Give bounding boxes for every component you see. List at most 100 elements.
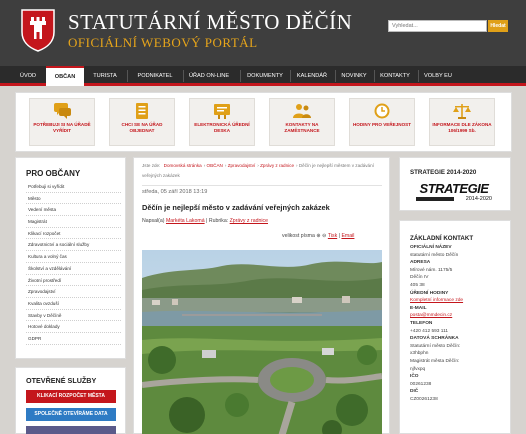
contact-heading: ÚŘEDNÍ HODINY xyxy=(410,290,449,296)
sidebar-item-zpravodajstvi[interactable]: Zpravodajství xyxy=(26,286,121,298)
divider xyxy=(142,185,382,186)
contact-link[interactable]: posta@mmdecin.cz xyxy=(410,312,505,320)
quick-link-label: CHCI SE NA ÚŘAD OBJEDNAT xyxy=(121,122,163,133)
sidebar-item-gdpr[interactable]: GDPR xyxy=(26,333,121,345)
contact-panel: ZÁKLADNÍ KONTAKT OFICIÁLNÍ NÁZEV statutár… xyxy=(399,220,511,434)
nav-item-obcan[interactable]: OBČAN xyxy=(46,66,84,86)
contact-heading: DATOVÁ SCHRÁNKA xyxy=(410,336,459,342)
site-header: STATUTÁRNÍ MĚSTO DĚČÍN OFICIÁLNÍ WEBOVÝ … xyxy=(0,0,526,66)
contact-value: 00261238 xyxy=(410,381,432,387)
nav-item-volby-eu[interactable]: VOLBY EU xyxy=(420,66,456,86)
sidebar-item-skolstvi[interactable]: Školství a vzdělávání xyxy=(26,263,121,275)
strategy-logo[interactable]: STRATEGIE 2014-2020 xyxy=(412,182,496,204)
sidebar-item-stavby[interactable]: Stavby v Děčíně xyxy=(26,310,121,322)
strategy-logo-text: STRATEGIE xyxy=(419,181,489,196)
sidebar-title: PRO OBČANY xyxy=(26,169,81,178)
services-title: OTEVŘENÉ SLUŽBY xyxy=(26,376,97,385)
quick-link-label: ELEKTRONICKÁ ÚŘEDNÍ DESKA xyxy=(194,122,250,133)
email-link[interactable]: Email xyxy=(341,233,354,239)
nav-separator xyxy=(183,70,184,82)
article-tools: velikost písma ⊕ ⊖ Tisk | Email xyxy=(282,233,354,239)
article-photo xyxy=(142,250,382,434)
quick-link-label: INFORMACE DLE ZÁKONA 106/1999 Sb. xyxy=(432,122,492,133)
quick-link-vyridit[interactable]: POTŘEBUJI SI NA ÚŘADĚ VYŘÍDIT xyxy=(29,98,95,146)
breadcrumb-obcan[interactable]: OBČAN xyxy=(207,163,223,168)
font-size-label: velikost písma xyxy=(282,233,315,239)
article-panel: Jste zde: Domovská stránka › OBČAN › Zprav… xyxy=(133,157,390,434)
city-crest-icon[interactable] xyxy=(20,8,56,52)
sidebar-item-ovzdusi[interactable]: Kvalita ovzduší xyxy=(26,298,121,310)
quick-link-objednat[interactable]: CHCI SE NA ÚŘAD OBJEDNAT xyxy=(109,98,175,146)
nav-separator xyxy=(335,70,336,82)
main-navigation: ÚVOD OBČAN TURISTA PODNIKATEL ÚŘAD ON-LI… xyxy=(0,66,526,86)
quick-link-informace[interactable]: INFORMACE DLE ZÁKONA 106/1999 Sb. xyxy=(429,98,495,146)
citizens-sidebar: PRO OBČANY Potřebuji si vyřídit Město Ve… xyxy=(15,157,126,359)
people-icon xyxy=(293,104,311,118)
document-list-icon xyxy=(136,103,148,119)
font-decrease-icon[interactable]: ⊖ xyxy=(322,233,326,239)
breadcrumb-home[interactable]: Domovská stránka xyxy=(164,163,202,168)
quick-link-uredni-deska[interactable]: ELEKTRONICKÁ ÚŘEDNÍ DESKA xyxy=(189,98,255,146)
sidebar-item-doklady[interactable]: Hotové doklady xyxy=(26,321,121,333)
nav-item-uvod[interactable]: ÚVOD xyxy=(12,66,44,86)
contact-link[interactable]: Kompletní informace zde xyxy=(410,297,505,305)
contact-heading: IČO xyxy=(410,374,419,380)
tools-separator: | xyxy=(338,233,340,239)
sidebar-item-rozpocet[interactable]: Klikací rozpočet xyxy=(26,228,121,240)
article-date: středa, 05 září 2018 13:19 xyxy=(142,189,208,195)
speech-bubbles-icon xyxy=(54,103,71,119)
open-data-button[interactable]: SPOLEČNĚ OTEVÍRÁME DATA xyxy=(26,408,116,421)
breadcrumb-zpravodajstvi[interactable]: Zpravodajství xyxy=(228,163,256,168)
contact-heading: OFICIÁLNÍ NÁZEV xyxy=(410,245,452,250)
contact-value: CZ00261238 xyxy=(410,396,438,402)
nav-item-kontakty[interactable]: KONTAKTY xyxy=(376,66,414,86)
nav-item-dokumenty[interactable]: DOKUMENTY xyxy=(243,66,287,86)
nav-item-urad-online[interactable]: ÚŘAD ON-LINE xyxy=(185,66,233,86)
sidebar-item-magistrat[interactable]: Magistrát xyxy=(26,216,121,228)
breadcrumb-zpravy[interactable]: Zprávy z radnice xyxy=(260,163,294,168)
contact-value: 405 38 xyxy=(410,282,425,288)
print-link[interactable]: Tisk xyxy=(328,233,337,239)
sidebar-item-zdravotnictvi[interactable]: Zdravotnictví a sociální služby xyxy=(26,239,121,252)
sidebar-item-zivotni-prostredi[interactable]: Životní prostředí xyxy=(26,275,121,287)
contact-value: Děčín IV xyxy=(410,275,429,281)
search-button[interactable]: Hledat xyxy=(488,20,508,32)
contact-details: OFICIÁLNÍ NÁZEV statutární město Děčín ADR… xyxy=(410,244,505,403)
search-input[interactable] xyxy=(388,20,487,32)
author-link[interactable]: Markéta Lakomá xyxy=(166,218,205,224)
nav-separator xyxy=(374,70,375,82)
site-title[interactable]: STATUTÁRNÍ MĚSTO DĚČÍN xyxy=(68,10,352,35)
article-meta: Napsal(a) Markéta Lakomá | Rubrika: Zprá… xyxy=(142,218,268,224)
site-subtitle: OFICIÁLNÍ WEBOVÝ PORTÁL xyxy=(68,35,258,50)
quick-link-label: POTŘEBUJI SI NA ÚŘADĚ VYŘÍDIT xyxy=(33,122,91,133)
nav-item-kalendar[interactable]: KALENDÁŘ xyxy=(293,66,331,86)
service-button[interactable] xyxy=(26,426,116,434)
contact-value: x3hbphn xyxy=(410,351,429,357)
nav-separator xyxy=(127,70,128,82)
contact-value: Magistrát města Děčín: xyxy=(410,358,460,364)
scales-icon xyxy=(453,104,471,119)
quick-link-hodiny[interactable]: HODINY PRO VEŘEJNOST xyxy=(349,98,415,146)
nav-item-turista[interactable]: TURISTA xyxy=(86,66,124,86)
nav-item-podnikatel[interactable]: PODNIKATEL xyxy=(130,66,180,86)
nav-separator xyxy=(290,70,291,82)
sidebar-item-vedeni[interactable]: Vedení města xyxy=(26,204,121,217)
article-title: Děčín je nejlepší město v zadávání veřej… xyxy=(142,203,330,212)
sidebar-item-kultura[interactable]: Kultura a volný čas xyxy=(26,251,121,263)
font-increase-icon[interactable]: ⊕ xyxy=(316,233,320,239)
contact-value: statutární město Děčín xyxy=(410,252,459,258)
nav-separator xyxy=(418,70,419,82)
contact-heading: ADRESA xyxy=(410,260,431,266)
category-link[interactable]: Zprávy z radnice xyxy=(230,218,268,224)
budget-button[interactable]: KLIKACÍ ROZPOČET MĚSTA xyxy=(26,390,116,403)
quick-links-panel: POTŘEBUJI SI NA ÚŘADĚ VYŘÍDIT CHCI SE NA… xyxy=(15,92,512,152)
nav-item-novinky[interactable]: NOVINKY xyxy=(337,66,371,86)
quick-link-label: HODINY PRO VEŘEJNOST xyxy=(352,122,412,127)
contact-title: ZÁKLADNÍ KONTAKT xyxy=(410,235,474,242)
open-services-panel: OTEVŘENÉ SLUŽBY KLIKACÍ ROZPOČET MĚSTA S… xyxy=(15,367,126,434)
sidebar-item-mesto[interactable]: Město xyxy=(26,193,121,205)
strategy-title: STRATEGIE 2014-2020 xyxy=(410,169,477,176)
contact-heading: TELEFON xyxy=(410,320,433,326)
sidebar-item-potrebuji[interactable]: Potřebuji si vyřídit xyxy=(26,181,121,193)
quick-link-kontakty[interactable]: KONTAKTY NA ZAMĚSTNANCE xyxy=(269,98,335,146)
